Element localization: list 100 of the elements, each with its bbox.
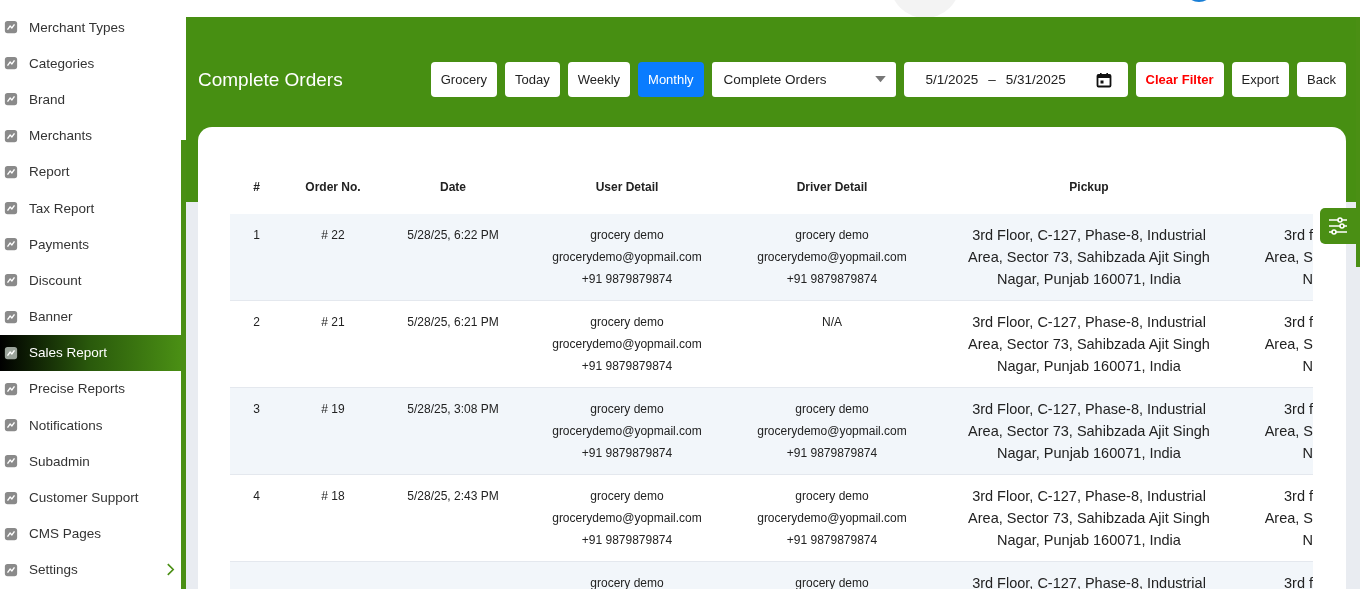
menu-icon — [4, 164, 18, 179]
user-detail-line: grocery demo — [590, 575, 664, 589]
sidebar-item[interactable]: Subadmin — [0, 443, 181, 480]
driver-detail-line: grocery demo — [795, 227, 869, 244]
sidebar-item[interactable]: Categories — [0, 45, 181, 82]
menu-icon — [4, 309, 18, 324]
driver-detail-line: +91 9879879874 — [786, 532, 878, 549]
sidebar-item[interactable]: Discount — [0, 262, 181, 299]
column-header: Order No. — [304, 178, 362, 196]
sliders-icon — [1328, 216, 1348, 236]
filter-button[interactable]: Today — [504, 62, 560, 97]
status-dropdown[interactable]: Complete Orders — [711, 62, 896, 97]
driver-detail-line: grocerydemo@yopmail.com — [757, 423, 907, 440]
pickup-address-line: Nagar, Punjab 160071, India — [997, 270, 1181, 289]
pickup-address-line: 3rd Floor, C-127, Phase-8, Industrial — [972, 226, 1206, 245]
user-detail-line: +91 9879879874 — [581, 271, 673, 288]
table-cell-text: 1 — [253, 227, 260, 244]
action-button[interactable]: Export — [1231, 62, 1290, 97]
driver-detail-line: grocery demo — [795, 488, 869, 505]
table-cell-text: 4 — [253, 488, 260, 505]
menu-icon — [4, 562, 18, 577]
sidebar-item[interactable]: Customer Support — [0, 479, 181, 516]
menu-icon — [4, 56, 18, 71]
menu-icon — [4, 273, 18, 288]
pickup-address-line: 3rd Floor, C-127, Phase-8, Industrial — [972, 574, 1206, 589]
user-detail-line: grocery demo — [590, 227, 664, 244]
address-line: Area, S — [1264, 248, 1313, 267]
menu-icon — [4, 381, 18, 396]
user-detail-line: grocerydemo@yopmail.com — [552, 510, 702, 527]
sidebar-item[interactable]: Settings — [0, 551, 181, 588]
user-detail-line: +91 9879879874 — [581, 358, 673, 375]
sidebar-item[interactable]: Payments — [0, 226, 181, 263]
address-line: 3rd f — [1284, 574, 1313, 589]
caret-icon — [874, 76, 886, 83]
table-cell-text: # 18 — [321, 488, 345, 505]
sidebar-item[interactable]: CMS Pages — [0, 515, 181, 552]
column-header: Pickup — [1068, 178, 1110, 196]
pickup-address-line: Nagar, Punjab 160071, India — [997, 357, 1181, 376]
action-button[interactable]: Clear Filter — [1135, 62, 1224, 97]
page-title: Complete Orders — [198, 68, 343, 91]
user-detail-line: grocerydemo@yopmail.com — [552, 423, 702, 440]
filter-button[interactable]: Grocery — [430, 62, 497, 97]
pickup-address-line: Area, Sector 73, Sahibzada Ajit Singh — [968, 335, 1210, 354]
sidebar-item[interactable]: Report — [0, 153, 181, 190]
sidebar-item[interactable]: Brand — [0, 81, 181, 118]
sidebar-item[interactable]: Merchant Types — [0, 9, 181, 46]
address-line: 3rd f — [1284, 313, 1313, 332]
menu-icon — [4, 490, 18, 505]
driver-detail-line: grocerydemo@yopmail.com — [757, 510, 907, 527]
table-cell-text: 3 — [253, 401, 260, 418]
menu-icon — [4, 454, 18, 469]
pickup-address-line: 3rd Floor, C-127, Phase-8, Industrial — [972, 313, 1206, 332]
user-detail-line: grocerydemo@yopmail.com — [552, 249, 702, 266]
column-header: Date — [439, 178, 467, 196]
driver-detail-line: grocerydemo@yopmail.com — [757, 249, 907, 266]
date-range-field[interactable]: 5/1/2025 – 5/31/2025 — [903, 62, 1128, 97]
sidebar-item[interactable]: Tax Report — [0, 189, 181, 227]
sidebar-item[interactable]: Sales Report — [0, 334, 181, 371]
table-cell-text: 2 — [253, 314, 260, 331]
filter-button[interactable]: Monthly — [638, 62, 704, 97]
address-line: N — [1302, 270, 1313, 289]
column-header: User Detail — [594, 178, 660, 196]
address-line: 3rd f — [1284, 400, 1313, 419]
table-cell-text: # 21 — [321, 314, 345, 331]
menu-icon — [4, 237, 18, 252]
menu-icon — [4, 345, 18, 360]
menu-icon — [4, 20, 18, 35]
pickup-address-line: Area, Sector 73, Sahibzada Ajit Singh — [968, 248, 1210, 267]
sidebar-item[interactable]: Merchants — [0, 117, 181, 154]
driver-detail-line: N/A — [822, 314, 842, 331]
column-header: Driver Detail — [795, 178, 869, 196]
action-button[interactable]: Back — [1297, 62, 1346, 97]
table-cell-text: 5/28/25, 3:08 PM — [407, 401, 499, 418]
pickup-address-line: Area, Sector 73, Sahibzada Ajit Singh — [968, 509, 1210, 528]
sidebar-item[interactable]: Precise Reports — [0, 370, 181, 408]
address-line: Area, S — [1264, 335, 1313, 354]
user-detail-line: grocerydemo@yopmail.com — [552, 336, 702, 353]
address-line: N — [1302, 531, 1313, 550]
sidebar-item[interactable]: Banner — [0, 298, 181, 335]
address-line: Area, S — [1264, 422, 1313, 441]
menu-icon — [4, 201, 18, 216]
address-line: N — [1302, 444, 1313, 463]
user-detail-line: +91 9879879874 — [581, 532, 673, 549]
filter-button[interactable]: Weekly — [567, 62, 631, 97]
pickup-address-line: Nagar, Punjab 160071, India — [997, 531, 1181, 550]
table-cell-text: 5/28/25, 6:22 PM — [407, 227, 499, 244]
address-line: N — [1302, 357, 1313, 376]
driver-detail-line: grocery demo — [795, 575, 869, 589]
user-detail-line: grocery demo — [590, 314, 664, 331]
user-detail-line: grocery demo — [590, 488, 664, 505]
menu-icon — [4, 418, 18, 433]
address-line: 3rd f — [1284, 487, 1313, 506]
filter-settings-button[interactable] — [1320, 208, 1356, 244]
table-cell-text: 5/28/25, 6:21 PM — [407, 314, 499, 331]
pickup-address-line: Area, Sector 73, Sahibzada Ajit Singh — [968, 422, 1210, 441]
menu-icon — [4, 92, 18, 107]
sidebar-item[interactable]: Notifications — [0, 407, 181, 444]
table-cell-text: # 19 — [321, 401, 345, 418]
driver-detail-line: +91 9879879874 — [786, 271, 878, 288]
table-cell-text: # 22 — [321, 227, 345, 244]
